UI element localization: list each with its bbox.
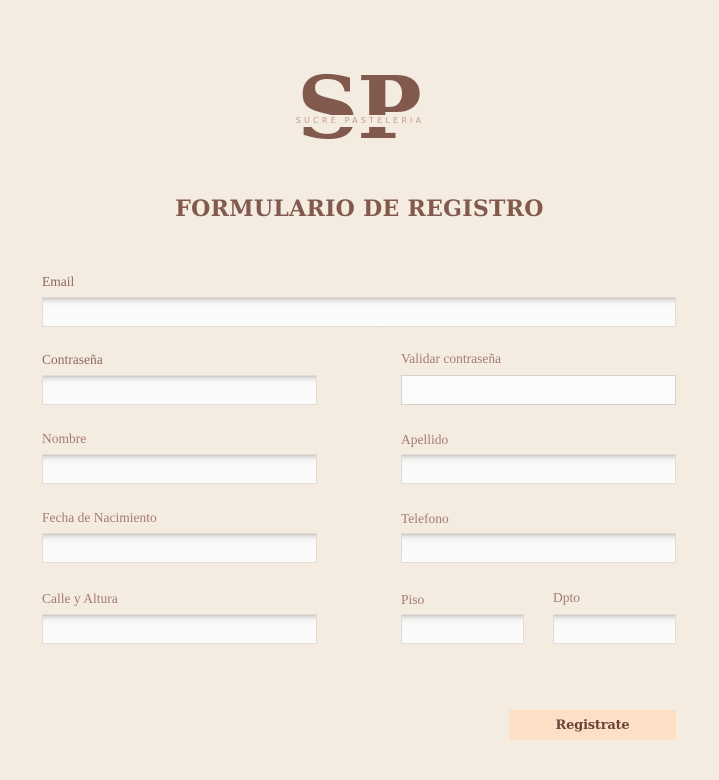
apartment-label: Dpto — [553, 590, 580, 605]
street-label: Calle y Altura — [42, 591, 118, 606]
logo-monogram: SP — [297, 58, 422, 159]
confirm-password-label: Validar contraseña — [401, 351, 502, 366]
brand-logo: SP SUCRÉ PASTELERIA — [279, 66, 441, 160]
register-button[interactable]: Registrate — [509, 710, 676, 740]
email-field[interactable] — [42, 297, 676, 327]
confirm-password-field[interactable] — [401, 375, 676, 405]
apartment-field[interactable] — [553, 614, 676, 644]
floor-field[interactable] — [401, 614, 524, 644]
last-name-label: Apellido — [401, 432, 449, 447]
email-label: Email — [42, 274, 75, 289]
password-field[interactable] — [42, 375, 317, 405]
first-name-label: Nombre — [42, 431, 87, 446]
birth-date-field[interactable] — [42, 533, 317, 563]
last-name-field[interactable] — [401, 454, 676, 484]
password-label: Contraseña — [42, 352, 103, 367]
street-field[interactable] — [42, 614, 317, 644]
logo-tagline: SUCRÉ PASTELERIA — [295, 116, 425, 125]
first-name-field[interactable] — [42, 454, 317, 484]
page-title: FORMULARIO DE REGISTRO — [175, 196, 544, 222]
birth-date-label: Fecha de Nacimiento — [42, 510, 157, 525]
phone-field[interactable] — [401, 533, 676, 563]
floor-label: Piso — [401, 592, 425, 607]
phone-label: Telefono — [401, 511, 449, 526]
